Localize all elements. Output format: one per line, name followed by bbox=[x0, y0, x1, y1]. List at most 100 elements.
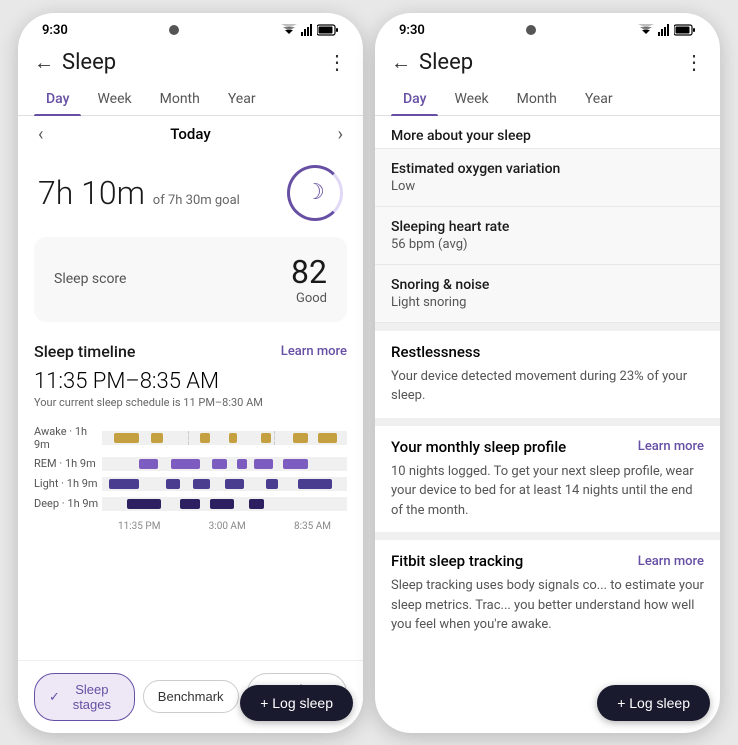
sleep-stages-label: Sleep stages bbox=[64, 682, 120, 712]
wifi-icon bbox=[281, 24, 297, 36]
time-start: 11:35 PM bbox=[118, 521, 160, 532]
score-quality: Good bbox=[291, 291, 327, 306]
more-about-section: More about your sleep bbox=[375, 116, 720, 148]
time-left: 9:30 bbox=[42, 23, 68, 38]
oxygen-title: Estimated oxygen variation bbox=[391, 161, 704, 177]
snoring-title: Snoring & noise bbox=[391, 277, 704, 293]
more-button-right[interactable]: ⋮ bbox=[684, 50, 704, 74]
fitbit-description: Sleep tracking uses body signals co... t… bbox=[391, 576, 704, 635]
sleep-time-range: 11:35 PM–8:35 AM bbox=[34, 369, 347, 394]
monthly-header: Your monthly sleep profile Learn more bbox=[391, 438, 704, 456]
snoring-value: Light snoring bbox=[391, 295, 704, 310]
log-sleep-button-right[interactable]: + Log sleep bbox=[597, 685, 710, 721]
deep-seg-4 bbox=[249, 499, 264, 509]
awake-seg-3 bbox=[200, 433, 210, 443]
time-right: 9:30 bbox=[399, 23, 425, 38]
deep-bar bbox=[102, 497, 347, 511]
awake-seg-4 bbox=[229, 433, 236, 443]
heart-rate-value: 56 bpm (avg) bbox=[391, 237, 704, 252]
signal-icon bbox=[301, 24, 313, 36]
current-date-label: Today bbox=[170, 125, 210, 143]
tab-month-left[interactable]: Month bbox=[148, 83, 212, 115]
camera-dot-right bbox=[526, 25, 536, 35]
rem-seg-3 bbox=[212, 459, 227, 469]
fitbit-learn-more[interactable]: Learn more bbox=[638, 554, 704, 569]
benchmark-button[interactable]: Benchmark bbox=[143, 680, 239, 713]
sleep-duration: 7h 10m of 7h 30m goal bbox=[38, 174, 240, 212]
oxygen-value: Low bbox=[391, 179, 704, 194]
battery-icon-right bbox=[674, 24, 696, 36]
tab-day-right[interactable]: Day bbox=[391, 83, 438, 115]
tab-year-left[interactable]: Year bbox=[216, 83, 268, 115]
deep-seg-1 bbox=[127, 499, 161, 509]
time-mid: 3:00 AM bbox=[209, 521, 246, 532]
timeline-row-deep: Deep · 1h 9m bbox=[34, 497, 347, 511]
timeline-time-axis: 11:35 PM 3:00 AM 8:35 AM bbox=[34, 517, 347, 536]
back-button-right[interactable]: ← bbox=[391, 50, 411, 75]
timeline-learn-more[interactable]: Learn more bbox=[281, 344, 347, 359]
light-seg-1 bbox=[109, 479, 138, 489]
light-bar bbox=[102, 477, 347, 491]
heart-rate-card: Sleeping heart rate 56 bpm (avg) bbox=[375, 207, 720, 265]
log-sleep-button-left[interactable]: + Log sleep bbox=[240, 685, 353, 721]
light-seg-5 bbox=[266, 479, 278, 489]
light-label: Light · 1h 9m bbox=[34, 477, 102, 490]
tabs-left: Day Week Month Year bbox=[18, 83, 363, 116]
app-bar-left: ← Sleep ⋮ bbox=[18, 42, 363, 83]
rem-seg-6 bbox=[283, 459, 308, 469]
camera-dot-left bbox=[169, 25, 179, 35]
tab-week-right[interactable]: Week bbox=[442, 83, 500, 115]
sleep-schedule: 11:35 PM–8:35 AM Your current sleep sche… bbox=[18, 365, 363, 417]
monthly-learn-more[interactable]: Learn more bbox=[638, 439, 704, 454]
snoring-card: Snoring & noise Light snoring bbox=[375, 265, 720, 323]
tab-day-left[interactable]: Day bbox=[34, 83, 81, 115]
moon-icon: ☽ bbox=[305, 180, 325, 205]
sleep-goal-text: of 7h 30m goal bbox=[153, 193, 240, 208]
battery-icon bbox=[317, 24, 339, 36]
more-button-left[interactable]: ⋮ bbox=[327, 50, 347, 74]
fitbit-title: Fitbit sleep tracking bbox=[391, 552, 523, 570]
wifi-icon-right bbox=[638, 24, 654, 36]
awake-seg-2 bbox=[151, 433, 163, 443]
tab-week-left[interactable]: Week bbox=[85, 83, 143, 115]
schedule-note: Your current sleep schedule is 11 PM–8:3… bbox=[34, 396, 347, 409]
tab-month-right[interactable]: Month bbox=[505, 83, 569, 115]
rem-seg-2 bbox=[171, 459, 200, 469]
monthly-description: 10 nights logged. To get your next sleep… bbox=[391, 462, 704, 521]
restlessness-title: Restlessness bbox=[391, 343, 704, 361]
prev-date-button[interactable]: ‹ bbox=[38, 124, 43, 145]
tab-year-right[interactable]: Year bbox=[573, 83, 625, 115]
benchmark-label: Benchmark bbox=[158, 689, 224, 704]
awake-seg-1 bbox=[114, 433, 139, 443]
sleep-summary: 7h 10m of 7h 30m goal ☽ bbox=[18, 153, 363, 229]
light-seg-6 bbox=[298, 479, 332, 489]
tabs-right: Day Week Month Year bbox=[375, 83, 720, 116]
sleep-stages-button[interactable]: ✓ Sleep stages bbox=[34, 673, 135, 721]
status-icons-left bbox=[281, 24, 339, 36]
left-scroll-content: ‹ Today › 7h 10m of 7h 30m goal ☽ bbox=[18, 116, 363, 733]
date-nav: ‹ Today › bbox=[18, 116, 363, 153]
timeline-row-light: Light · 1h 9m bbox=[34, 477, 347, 491]
timeline-title: Sleep timeline bbox=[34, 342, 135, 361]
timeline-section-header: Sleep timeline Learn more bbox=[18, 330, 363, 365]
restlessness-description: Your device detected movement during 23%… bbox=[391, 367, 704, 406]
score-number: 82 bbox=[291, 253, 327, 291]
score-card: Sleep score 82 Good bbox=[34, 237, 347, 322]
left-phone: 9:30 ← Sleep ⋮ Day Week Month Year bbox=[18, 13, 363, 733]
monthly-title: Your monthly sleep profile bbox=[391, 438, 566, 456]
score-label: Sleep score bbox=[54, 271, 126, 287]
sleep-minutes: 10m bbox=[81, 174, 145, 212]
back-button-left[interactable]: ← bbox=[34, 50, 54, 75]
rem-seg-1 bbox=[139, 459, 159, 469]
next-date-button[interactable]: › bbox=[338, 124, 343, 145]
awake-seg-6 bbox=[293, 433, 308, 443]
light-seg-3 bbox=[193, 479, 210, 489]
status-bar-right: 9:30 bbox=[375, 13, 720, 42]
app-bar-right: ← Sleep ⋮ bbox=[375, 42, 720, 83]
deep-label: Deep · 1h 9m bbox=[34, 497, 102, 510]
fitbit-header: Fitbit sleep tracking Learn more bbox=[391, 552, 704, 570]
grid-line-1 bbox=[188, 431, 189, 445]
timeline-row-rem: REM · 1h 9m bbox=[34, 457, 347, 471]
awake-label: Awake · 1h 9m bbox=[34, 425, 102, 451]
rem-seg-5 bbox=[254, 459, 274, 469]
